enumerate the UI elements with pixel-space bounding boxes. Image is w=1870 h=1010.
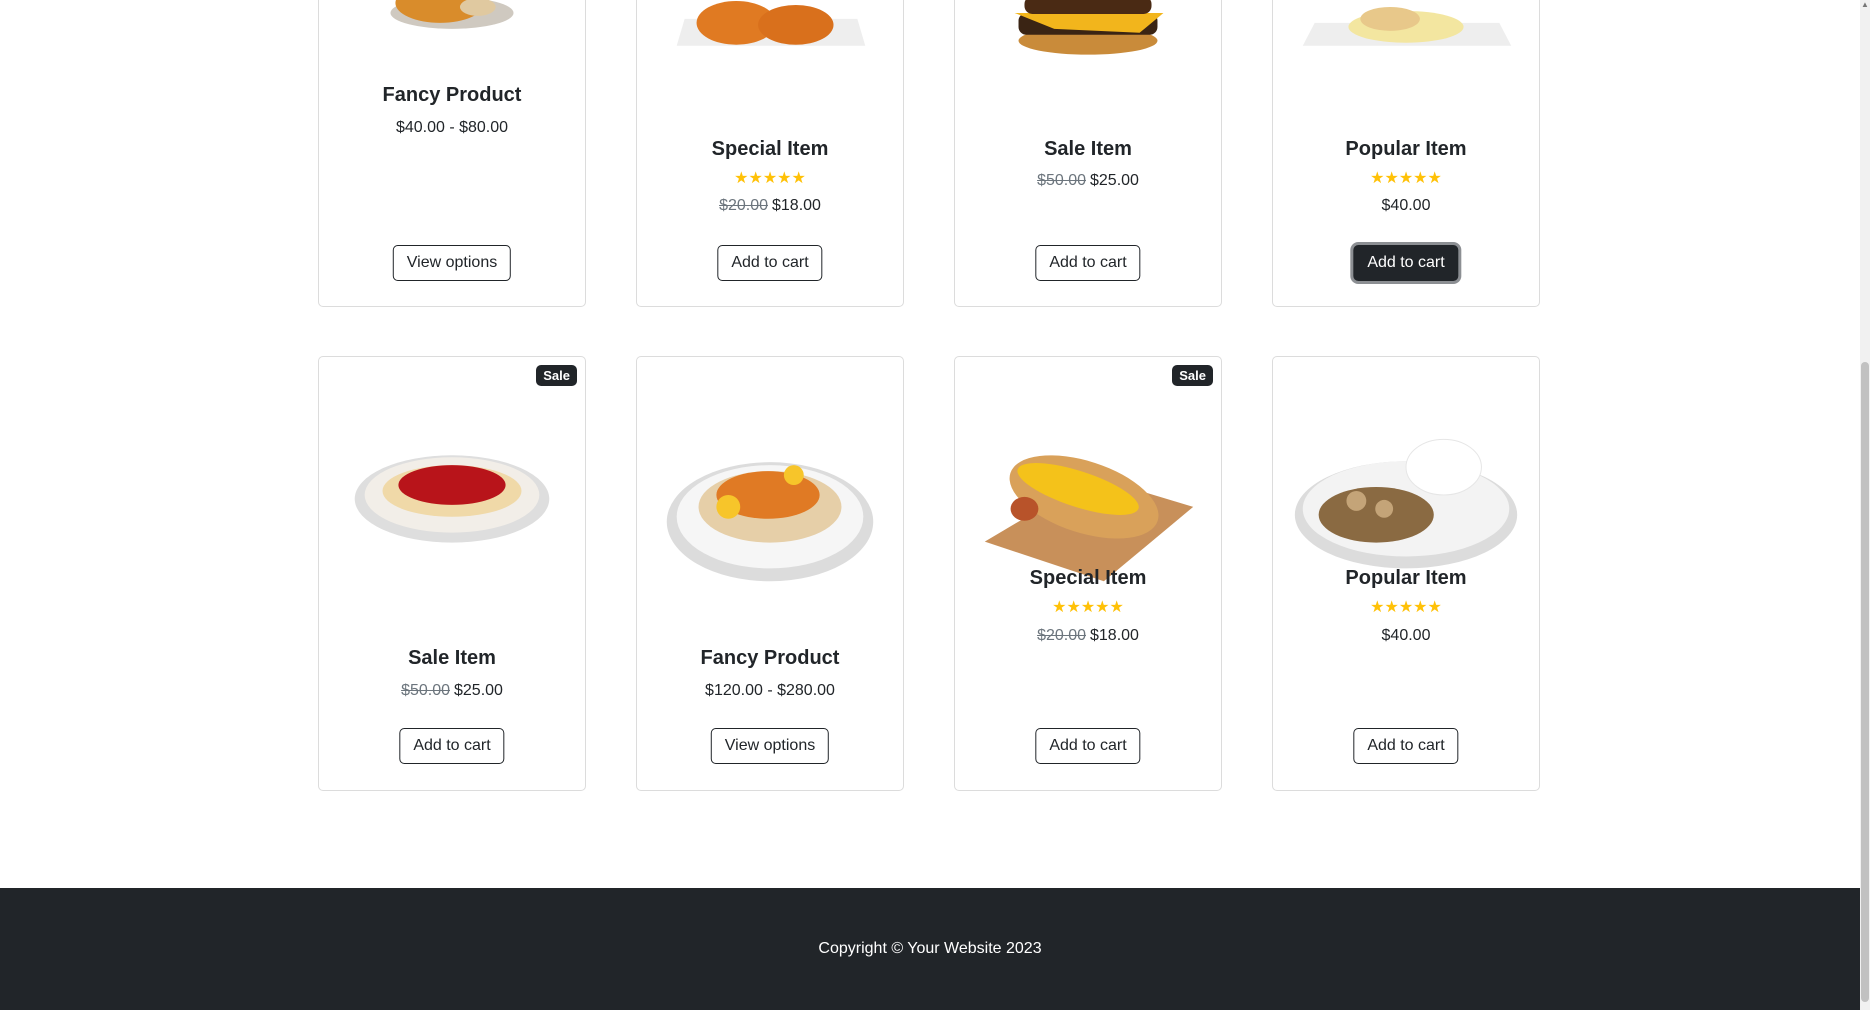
copyright-text: Copyright © Your Website 2023: [818, 940, 1042, 957]
current-price: $40.00: [1381, 627, 1431, 644]
product-card: Popular Item ★★★★★ $40.00 Add to cart: [1272, 356, 1540, 791]
vertical-scrollbar[interactable]: ▲: [1860, 0, 1870, 1010]
old-price: $50.00: [1037, 172, 1086, 189]
product-card: Sale Special Item ★★★★★ $20.00 $18.00 Add…: [954, 356, 1222, 791]
old-price: $20.00: [1037, 627, 1086, 644]
product-price: $50.00 $25.00: [319, 682, 585, 700]
product-card: Popular Item ★★★★★ $40.00 Add to cart: [1272, 0, 1540, 307]
product-image-palabok: [637, 357, 903, 617]
product-title: Fancy Product: [382, 84, 522, 106]
rating-stars: ★★★★★: [1370, 599, 1442, 616]
product-page: Fancy Product $40.00 - $80.00 View optio…: [0, 0, 1860, 1010]
add-to-cart-button[interactable]: Add to cart: [1035, 245, 1141, 281]
product-title: Fancy Product: [700, 647, 840, 669]
scrollbar-thumb[interactable]: [1861, 362, 1869, 1002]
product-card: Special Item ★★★★★ $20.00 $18.00 Add to c…: [636, 0, 904, 307]
add-to-cart-button[interactable]: Add to cart: [1353, 245, 1459, 281]
add-to-cart-button[interactable]: Add to cart: [717, 245, 823, 281]
product-price: $40.00 - $80.00: [319, 119, 585, 137]
add-to-cart-button[interactable]: Add to cart: [1035, 728, 1141, 764]
view-options-button[interactable]: View options: [710, 728, 830, 764]
price-range: $120.00 - $280.00: [705, 682, 835, 699]
site-footer: Copyright © Your Website 2023: [0, 888, 1860, 1010]
product-price: $40.00: [1273, 627, 1539, 645]
product-card: Sale Item $50.00 $25.00 Add to cart: [954, 0, 1222, 307]
product-card: Fancy Product $40.00 - $80.00 View optio…: [318, 0, 586, 307]
product-image-chicken-fillet: [637, 0, 903, 71]
product-title: Sale Item: [1044, 138, 1132, 160]
old-price: $20.00: [719, 197, 768, 214]
product-price: $20.00 $18.00: [955, 627, 1221, 645]
product-title: Special Item: [1029, 567, 1147, 589]
product-price: $20.00 $18.00: [637, 197, 903, 215]
product-image-fried-chicken: [319, 0, 585, 71]
current-price: $18.00: [1090, 627, 1139, 644]
product-price: $120.00 - $280.00: [637, 682, 903, 700]
product-image-burger: [955, 0, 1221, 71]
product-price: $40.00: [1273, 197, 1539, 215]
current-price: $25.00: [1090, 172, 1139, 189]
product-card: Fancy Product $120.00 - $280.00 View opt…: [636, 356, 904, 791]
current-price: $18.00: [772, 197, 821, 214]
add-to-cart-button[interactable]: Add to cart: [399, 728, 505, 764]
product-image-spaghetti: [319, 357, 585, 617]
current-price: $40.00: [1381, 197, 1431, 214]
view-options-button[interactable]: View options: [392, 245, 512, 281]
product-title: Special Item: [711, 138, 829, 160]
product-price: $50.00 $25.00: [955, 172, 1221, 190]
product-image-chicken-gravy: [1273, 0, 1539, 71]
old-price: $50.00: [401, 682, 450, 699]
price-range: $40.00 - $80.00: [395, 119, 509, 136]
rating-stars: ★★★★★: [1370, 170, 1442, 187]
current-price: $25.00: [454, 682, 503, 699]
scroll-up-arrow-icon[interactable]: ▲: [1860, 0, 1870, 10]
product-title: Sale Item: [408, 647, 496, 669]
rating-stars: ★★★★★: [1052, 599, 1124, 616]
product-title: Popular Item: [1345, 138, 1467, 160]
add-to-cart-button[interactable]: Add to cart: [1353, 728, 1459, 764]
product-card: Sale Sale Item $50.00 $25.00 Add to cart: [318, 356, 586, 791]
rating-stars: ★★★★★: [734, 170, 806, 187]
product-title: Popular Item: [1345, 567, 1467, 589]
